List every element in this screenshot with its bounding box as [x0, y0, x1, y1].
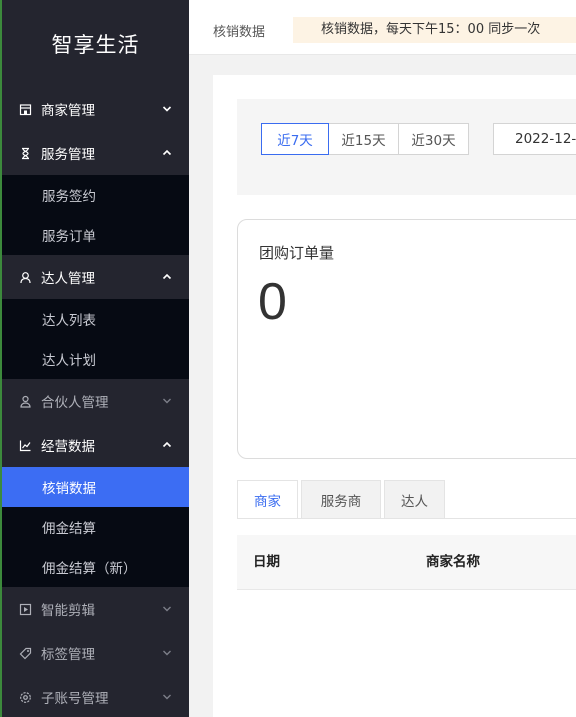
chevron-down-icon	[161, 395, 173, 407]
submenu-business-data: 核销数据 佣金结算 佣金结算（新）	[2, 467, 189, 587]
main-content: 近7天 近15天 近30天 2022-12-1 团购订单量 0 商家 服务商 达…	[213, 75, 576, 717]
video-icon	[18, 602, 32, 616]
menu-label: 服务管理	[41, 147, 95, 163]
sub-item-commission-settlement[interactable]: 佣金结算	[2, 507, 189, 547]
menu-label: 达人管理	[41, 271, 95, 287]
settings-icon	[18, 690, 32, 704]
column-header-merchant-name: 商家名称	[426, 554, 480, 570]
menu-label: 智能剪辑	[41, 603, 95, 619]
chart-icon	[18, 438, 32, 452]
date-range-input[interactable]: 2022-12-1	[493, 123, 576, 155]
sub-item-service-signing[interactable]: 服务签约	[2, 175, 189, 215]
partner-icon	[18, 394, 32, 408]
menu-label: 合伙人管理	[41, 395, 109, 411]
table-header: 日期 商家名称	[237, 535, 576, 590]
store-icon	[18, 102, 32, 116]
tab-divider	[237, 518, 576, 519]
menu-label: 经营数据	[41, 439, 95, 455]
date-range-selector: 近7天 近15天 近30天	[261, 123, 469, 155]
menu-tag-management[interactable]: 标签管理	[2, 631, 189, 675]
menu-influencer-management[interactable]: 达人管理	[2, 255, 189, 299]
submenu-service: 服务签约 服务订单	[2, 175, 189, 255]
sub-item-influencer-list[interactable]: 达人列表	[2, 299, 189, 339]
chevron-up-icon	[161, 439, 173, 451]
hourglass-icon	[18, 146, 32, 160]
stat-value: 0	[258, 273, 287, 331]
range-7-days-button[interactable]: 近7天	[261, 123, 329, 155]
filter-panel: 近7天 近15天 近30天 2022-12-1	[237, 99, 576, 195]
chevron-down-icon	[161, 647, 173, 659]
chevron-down-icon	[161, 103, 173, 115]
top-bar: 核销数据 核销数据，每天下午15：00 同步一次	[189, 0, 576, 55]
chevron-down-icon	[161, 603, 173, 615]
submenu-influencer: 达人列表 达人计划	[2, 299, 189, 379]
sub-item-commission-settlement-new[interactable]: 佣金结算（新）	[2, 547, 189, 587]
menu-smart-editing[interactable]: 智能剪辑	[2, 587, 189, 631]
menu-label: 商家管理	[41, 103, 95, 119]
sub-item-service-orders[interactable]: 服务订单	[2, 215, 189, 255]
menu-service-management[interactable]: 服务管理	[2, 131, 189, 175]
menu-label: 子账号管理	[41, 691, 109, 707]
tab-merchant[interactable]: 商家	[237, 480, 298, 519]
chevron-up-icon	[161, 271, 173, 283]
range-30-days-button[interactable]: 近30天	[398, 123, 469, 155]
sub-item-verification-data[interactable]: 核销数据	[2, 467, 189, 507]
column-header-date: 日期	[253, 554, 280, 570]
tab-service-provider[interactable]: 服务商	[301, 480, 381, 519]
menu-label: 标签管理	[41, 647, 95, 663]
user-icon	[18, 270, 32, 284]
group-order-count-card: 团购订单量 0	[237, 219, 576, 459]
menu-partner-management[interactable]: 合伙人管理	[2, 379, 189, 423]
menu-business-data[interactable]: 经营数据	[2, 423, 189, 467]
brand-title: 智享生活	[51, 32, 140, 57]
stat-title: 团购订单量	[259, 244, 335, 262]
menu-subaccount-management[interactable]: 子账号管理	[2, 675, 189, 717]
menu-merchant-management[interactable]: 商家管理	[2, 87, 189, 131]
sub-item-influencer-plan[interactable]: 达人计划	[2, 339, 189, 379]
breadcrumb[interactable]: 核销数据	[213, 21, 265, 40]
tag-icon	[18, 646, 32, 660]
chevron-down-icon	[161, 691, 173, 703]
sidebar: 智享生活 商家管理 服务管理 服务签约 服务订单 达人管理 达人列表 达人计划	[0, 0, 189, 717]
chevron-up-icon	[161, 147, 173, 159]
range-15-days-button[interactable]: 近15天	[328, 123, 399, 155]
tab-influencer[interactable]: 达人	[384, 480, 445, 519]
tab-bar: 商家 服务商 达人	[237, 480, 448, 519]
sync-notice: 核销数据，每天下午15：00 同步一次	[293, 17, 576, 43]
